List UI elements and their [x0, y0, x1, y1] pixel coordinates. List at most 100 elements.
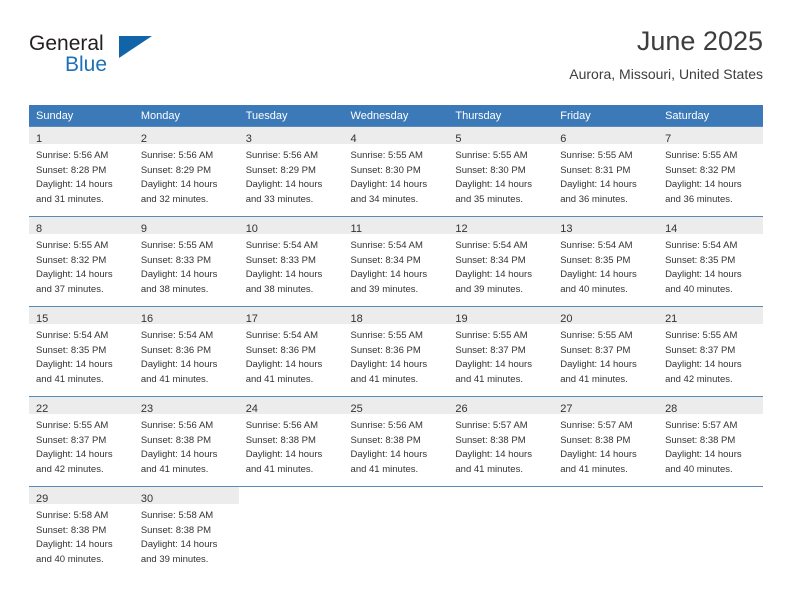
day-number-band	[448, 487, 554, 504]
calendar-week-row: 22 Sunrise: 5:55 AM Sunset: 8:37 PM Dayl…	[29, 396, 763, 487]
daylight-text-line2: and 41 minutes.	[140, 373, 209, 385]
day-cell[interactable]: 14 Sunrise: 5:54 AM Sunset: 8:35 PM Dayl…	[658, 216, 763, 307]
daylight-text-line2: and 40 minutes.	[665, 283, 733, 295]
day-number: 11	[350, 223, 362, 235]
sunset-text: Sunset: 8:32 PM	[665, 164, 736, 176]
weekday-header-sunday: Sunday	[29, 105, 134, 127]
day-cell[interactable]: 6 Sunrise: 5:55 AM Sunset: 8:31 PM Dayli…	[553, 126, 659, 217]
sunset-text: Sunset: 8:37 PM	[455, 344, 526, 356]
day-cell[interactable]: 12 Sunrise: 5:54 AM Sunset: 8:34 PM Dayl…	[448, 216, 554, 307]
sunrise-text: Sunrise: 5:55 AM	[36, 420, 109, 431]
day-cell[interactable]: 19 Sunrise: 5:55 AM Sunset: 8:37 PM Dayl…	[448, 306, 554, 397]
day-cell[interactable]: 21 Sunrise: 5:55 AM Sunset: 8:37 PM Dayl…	[658, 306, 763, 397]
day-cell[interactable]: 24 Sunrise: 5:56 AM Sunset: 8:38 PM Dayl…	[238, 396, 344, 487]
daylight-text-line2: and 39 minutes.	[350, 283, 419, 295]
day-details: Sunrise: 5:57 AM Sunset: 8:38 PM Dayligh…	[448, 414, 553, 477]
day-number-band	[343, 487, 449, 504]
day-number: 10	[245, 223, 258, 235]
day-number: 12	[455, 223, 468, 235]
day-details: Sunrise: 5:54 AM Sunset: 8:33 PM Dayligh…	[239, 234, 344, 297]
daylight-text-line1: Daylight: 14 hours	[560, 449, 637, 461]
day-cell[interactable]: 23 Sunrise: 5:56 AM Sunset: 8:38 PM Dayl…	[133, 396, 239, 487]
daylight-text-line2: and 40 minutes.	[36, 553, 104, 565]
daylight-text-line2: and 39 minutes.	[140, 553, 209, 565]
day-details: Sunrise: 5:55 AM Sunset: 8:37 PM Dayligh…	[448, 324, 553, 387]
day-number: 9	[140, 223, 147, 235]
day-number-band: 11	[343, 217, 449, 235]
daylight-text-line2: and 40 minutes.	[665, 463, 733, 475]
daylight-text-line2: and 41 minutes.	[245, 463, 314, 475]
sunrise-text: Sunrise: 5:55 AM	[350, 150, 423, 161]
day-cell[interactable]: 26 Sunrise: 5:57 AM Sunset: 8:38 PM Dayl…	[448, 396, 554, 487]
day-cell[interactable]: 28 Sunrise: 5:57 AM Sunset: 8:38 PM Dayl…	[658, 396, 763, 487]
weekday-header-thursday: Thursday	[448, 105, 554, 127]
sunset-text: Sunset: 8:37 PM	[560, 344, 631, 356]
day-details: Sunrise: 5:55 AM Sunset: 8:37 PM Dayligh…	[553, 324, 658, 387]
day-cell[interactable]: 9 Sunrise: 5:55 AM Sunset: 8:33 PM Dayli…	[133, 216, 239, 307]
day-cell[interactable]: 20 Sunrise: 5:55 AM Sunset: 8:37 PM Dayl…	[553, 306, 659, 397]
day-cell[interactable]: 27 Sunrise: 5:57 AM Sunset: 8:38 PM Dayl…	[553, 396, 659, 487]
daylight-text-line1: Daylight: 14 hours	[245, 359, 323, 371]
day-number: 18	[350, 313, 363, 325]
day-cell[interactable]: 11 Sunrise: 5:54 AM Sunset: 8:34 PM Dayl…	[343, 216, 449, 307]
day-number: 29	[36, 493, 49, 505]
day-number: 27	[560, 403, 573, 415]
day-number-band: 3	[238, 127, 344, 145]
day-cell[interactable]: 30 Sunrise: 5:58 AM Sunset: 8:38 PM Dayl…	[133, 486, 239, 574]
day-number-band: 16	[133, 307, 239, 325]
day-details: Sunrise: 5:56 AM Sunset: 8:38 PM Dayligh…	[239, 414, 344, 477]
day-cell[interactable]: 15 Sunrise: 5:54 AM Sunset: 8:35 PM Dayl…	[29, 306, 134, 397]
daylight-text-line1: Daylight: 14 hours	[455, 359, 532, 371]
day-number: 16	[140, 313, 154, 325]
day-details: Sunrise: 5:54 AM Sunset: 8:36 PM Dayligh…	[239, 324, 344, 387]
day-cell[interactable]: 4 Sunrise: 5:55 AM Sunset: 8:30 PM Dayli…	[343, 126, 449, 217]
day-details: Sunrise: 5:55 AM Sunset: 8:32 PM Dayligh…	[29, 234, 134, 297]
day-number-band: 26	[448, 397, 554, 415]
daylight-text-line2: and 41 minutes.	[245, 373, 314, 385]
day-cell[interactable]: 29 Sunrise: 5:58 AM Sunset: 8:38 PM Dayl…	[29, 486, 134, 574]
sunset-text: Sunset: 8:30 PM	[350, 164, 421, 176]
sunset-text: Sunset: 8:36 PM	[140, 344, 212, 356]
daylight-text-line2: and 41 minutes.	[36, 373, 104, 385]
day-cell[interactable]: 10 Sunrise: 5:54 AM Sunset: 8:33 PM Dayl…	[238, 216, 344, 307]
sunrise-text: Sunrise: 5:54 AM	[560, 240, 633, 251]
brand-logo[interactable]: General Blue	[29, 32, 199, 88]
weekday-header-row: Sunday Monday Tuesday Wednesday Thursday…	[29, 105, 763, 127]
sunrise-text: Sunrise: 5:55 AM	[665, 330, 738, 341]
daylight-text-line1: Daylight: 14 hours	[245, 179, 323, 191]
day-number: 7	[665, 133, 672, 145]
brand-name-blue: Blue	[65, 53, 108, 76]
daylight-text-line1: Daylight: 14 hours	[560, 269, 637, 281]
day-cell[interactable]: 13 Sunrise: 5:54 AM Sunset: 8:35 PM Dayl…	[553, 216, 659, 307]
day-cell[interactable]: 5 Sunrise: 5:55 AM Sunset: 8:30 PM Dayli…	[448, 126, 554, 217]
sunset-text: Sunset: 8:38 PM	[245, 434, 316, 446]
day-details: Sunrise: 5:54 AM Sunset: 8:35 PM Dayligh…	[553, 234, 658, 297]
day-cell[interactable]: 2 Sunrise: 5:56 AM Sunset: 8:29 PM Dayli…	[133, 126, 239, 217]
day-details: Sunrise: 5:55 AM Sunset: 8:31 PM Dayligh…	[553, 144, 658, 207]
sunset-text: Sunset: 8:34 PM	[455, 254, 526, 266]
day-cell[interactable]: 8 Sunrise: 5:55 AM Sunset: 8:32 PM Dayli…	[29, 216, 134, 307]
sunrise-text: Sunrise: 5:56 AM	[140, 150, 214, 161]
calendar-body: 1 Sunrise: 5:56 AM Sunset: 8:28 PM Dayli…	[29, 126, 763, 574]
daylight-text-line1: Daylight: 14 hours	[140, 539, 218, 551]
day-number-band: 28	[658, 397, 763, 415]
day-cell[interactable]: 3 Sunrise: 5:56 AM Sunset: 8:29 PM Dayli…	[238, 126, 344, 217]
sunrise-text: Sunrise: 5:54 AM	[350, 240, 423, 251]
day-cell[interactable]: 17 Sunrise: 5:54 AM Sunset: 8:36 PM Dayl…	[238, 306, 344, 397]
sunset-text: Sunset: 8:38 PM	[36, 524, 107, 536]
day-number: 1	[36, 133, 43, 145]
day-number: 30	[140, 493, 154, 505]
sunset-text: Sunset: 8:35 PM	[36, 344, 107, 356]
day-details: Sunrise: 5:55 AM Sunset: 8:36 PM Dayligh…	[344, 324, 449, 387]
day-cell[interactable]: 18 Sunrise: 5:55 AM Sunset: 8:36 PM Dayl…	[343, 306, 449, 397]
day-cell[interactable]: 16 Sunrise: 5:54 AM Sunset: 8:36 PM Dayl…	[133, 306, 239, 397]
daylight-text-line1: Daylight: 14 hours	[36, 179, 113, 191]
day-cell[interactable]: 7 Sunrise: 5:55 AM Sunset: 8:32 PM Dayli…	[658, 126, 763, 217]
day-cell[interactable]: 25 Sunrise: 5:56 AM Sunset: 8:38 PM Dayl…	[343, 396, 449, 487]
day-cell[interactable]: 1 Sunrise: 5:56 AM Sunset: 8:28 PM Dayli…	[29, 126, 134, 217]
sunset-text: Sunset: 8:31 PM	[560, 164, 631, 176]
daylight-text-line1: Daylight: 14 hours	[665, 449, 742, 461]
sunrise-text: Sunrise: 5:57 AM	[560, 420, 633, 431]
day-details: Sunrise: 5:56 AM Sunset: 8:38 PM Dayligh…	[134, 414, 239, 477]
day-cell[interactable]: 22 Sunrise: 5:55 AM Sunset: 8:37 PM Dayl…	[29, 396, 134, 487]
